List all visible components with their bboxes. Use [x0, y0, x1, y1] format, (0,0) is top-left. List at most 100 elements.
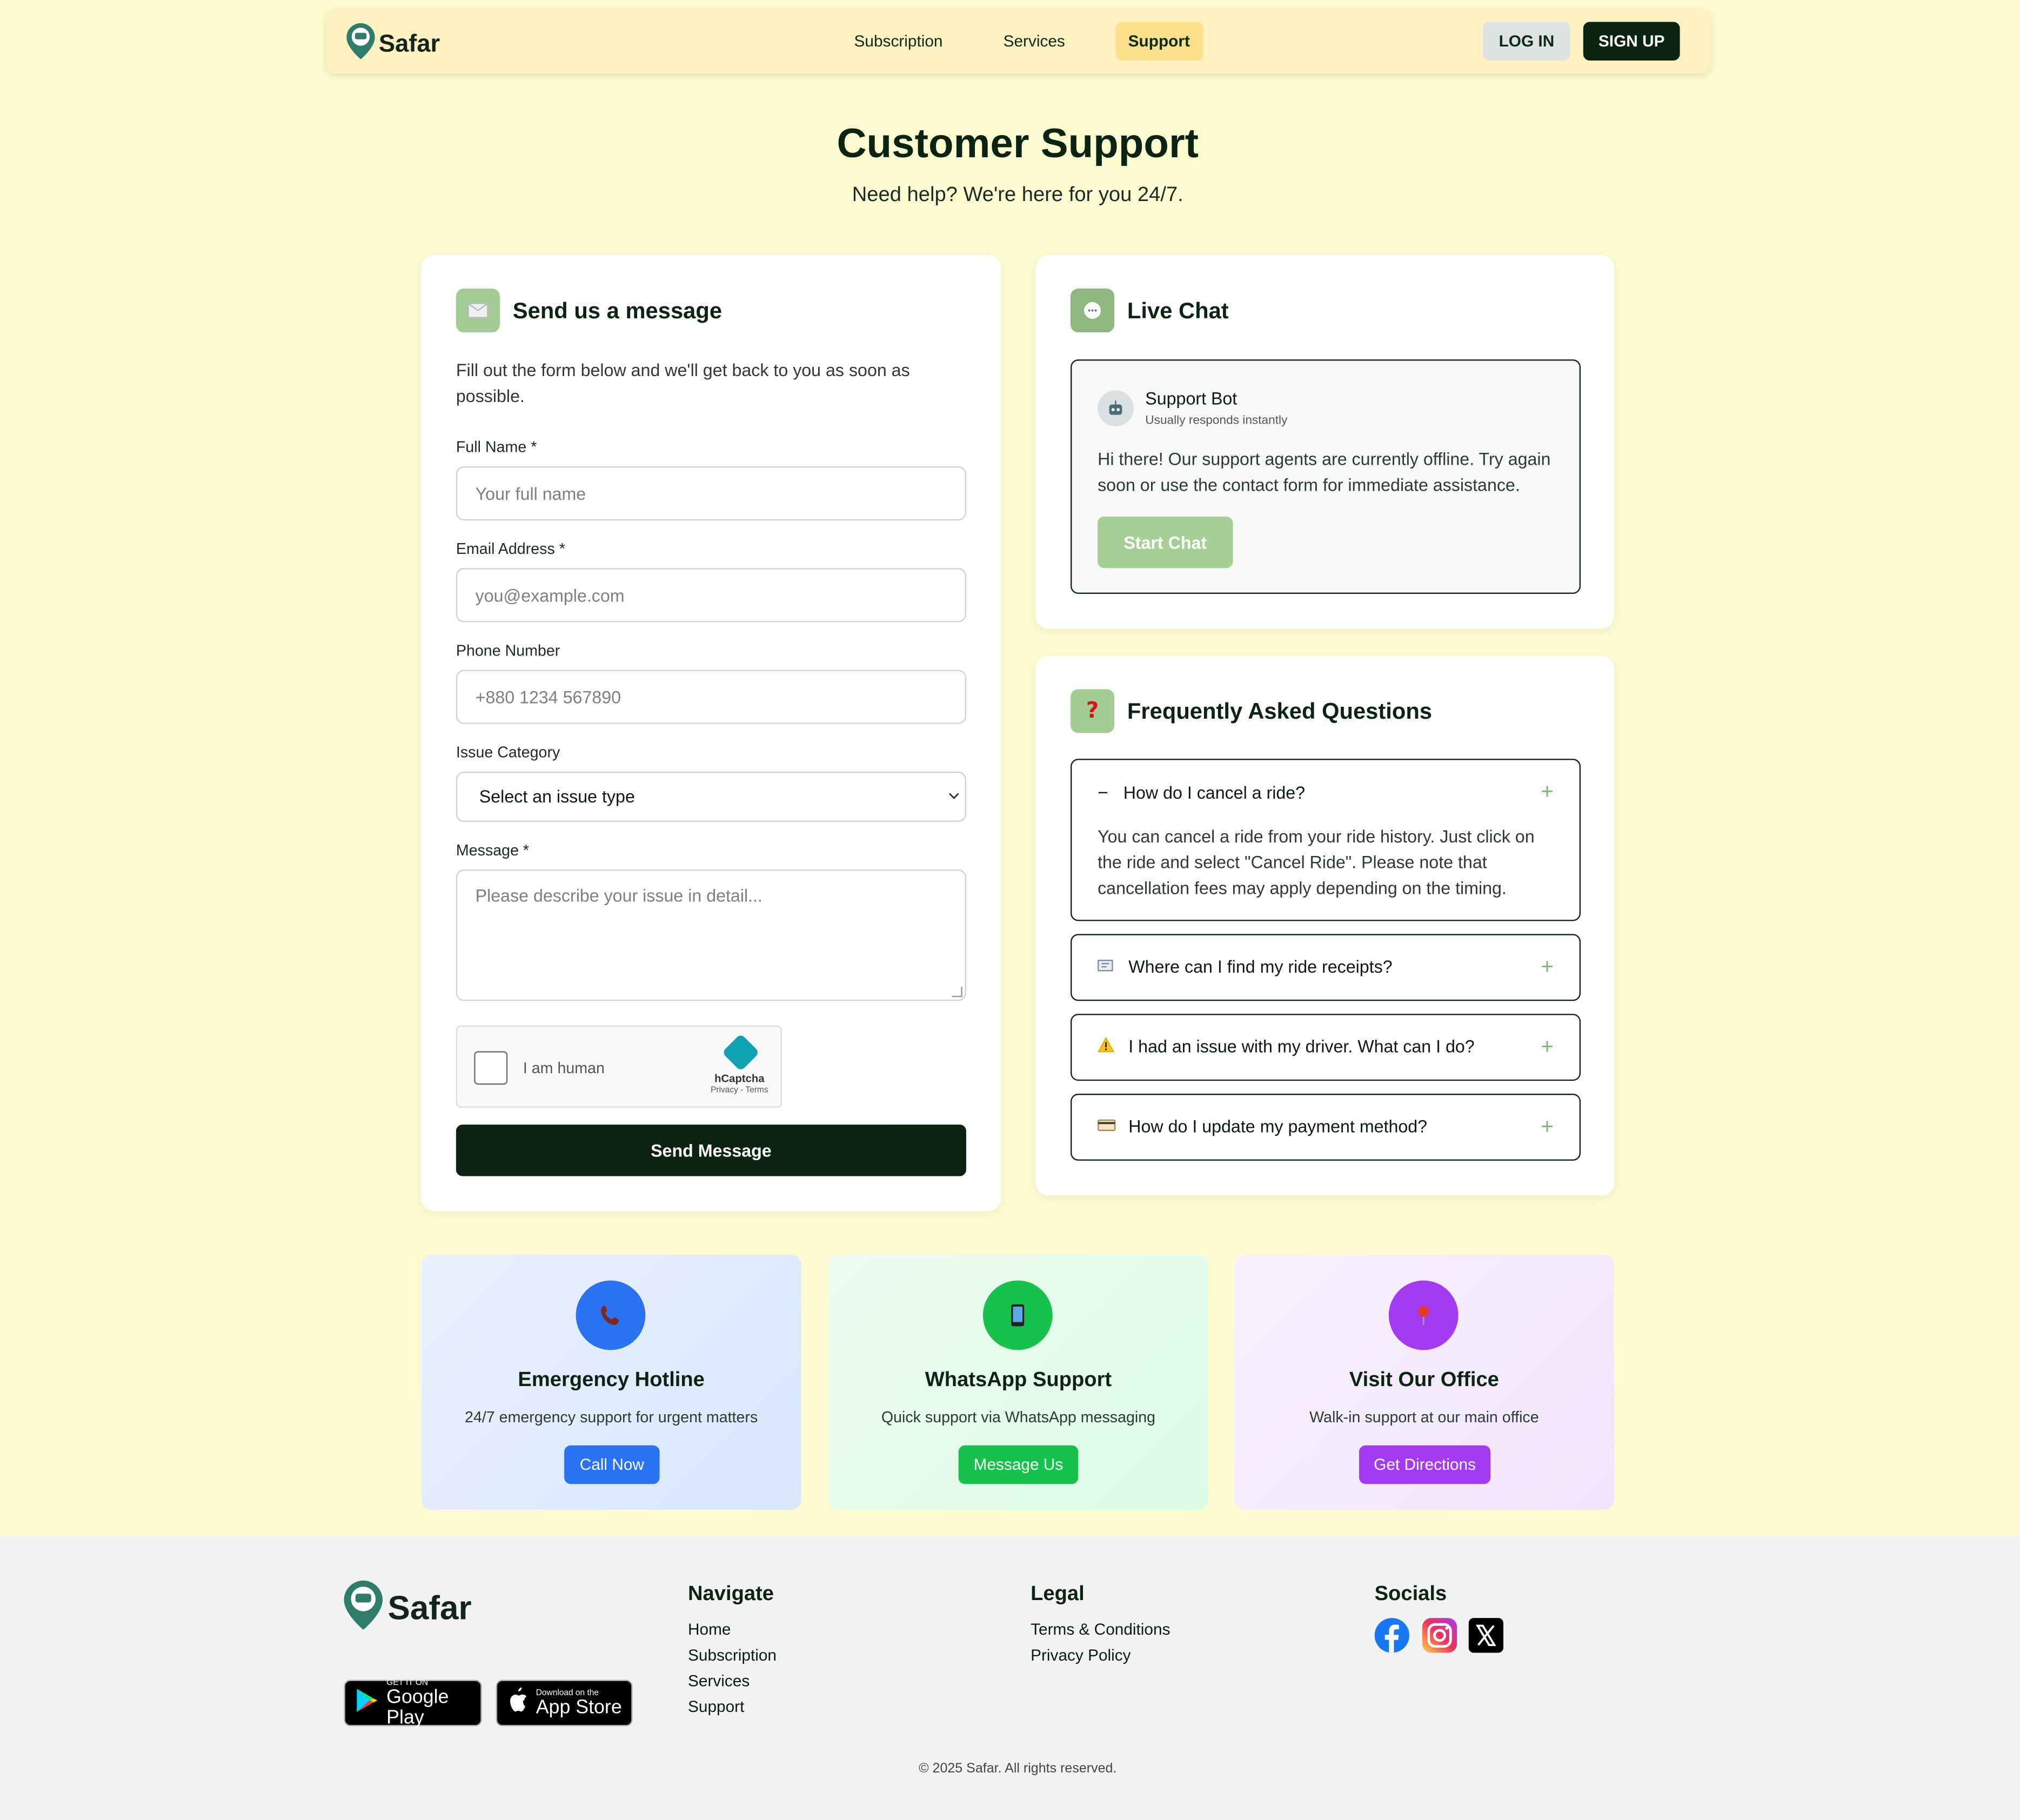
login-button[interactable]: LOG IN: [1482, 22, 1570, 61]
nav-link-services[interactable]: Services: [991, 22, 1078, 61]
google-play-small-text: GET IT ON: [386, 1678, 429, 1687]
message-us-button[interactable]: Message Us: [958, 1445, 1079, 1484]
footer-link-home[interactable]: Home: [688, 1621, 731, 1638]
google-play-icon: [356, 1687, 379, 1719]
plus-icon[interactable]: +: [1541, 1114, 1554, 1140]
plus-icon[interactable]: +: [1541, 954, 1554, 980]
email-input[interactable]: you@example.com: [456, 568, 966, 623]
contact-card-description: 24/7 emergency support for urgent matter…: [465, 1408, 758, 1426]
hcaptcha-logo-icon: [721, 1033, 760, 1072]
instagram-icon[interactable]: [1422, 1618, 1457, 1653]
captcha-checkbox[interactable]: [474, 1051, 508, 1085]
faq-question[interactable]: How do I update my payment method?: [1098, 1117, 1427, 1136]
faq-card-title: Frequently Asked Questions: [1127, 697, 1433, 724]
footer-navigate-title: Navigate: [688, 1583, 774, 1605]
message-label: Message *: [456, 841, 530, 860]
google-play-badge[interactable]: GET IT ON Google Play: [344, 1678, 482, 1729]
faq-question[interactable]: Where can I find my ride receipts?: [1098, 957, 1393, 976]
full-name-label: Full Name *: [456, 438, 537, 456]
form-card-title: Send us a message: [512, 297, 723, 323]
faq-item-payment[interactable]: How do I update my payment method? +: [1071, 1093, 1581, 1161]
chevron-down-icon: [948, 789, 960, 804]
captcha-label: I am human: [523, 1059, 605, 1077]
contact-card-description: Walk-in support at our main office: [1309, 1408, 1539, 1426]
phone-input[interactable]: +880 1234 567890: [456, 670, 966, 724]
nav-links: Subscription Services Support: [841, 22, 1238, 61]
envelope-icon: [456, 288, 500, 333]
footer-link-support[interactable]: Support: [688, 1698, 744, 1716]
faq-item-cancel-ride[interactable]: − How do I cancel a ride? + You can canc…: [1071, 759, 1581, 921]
map-pin-logo-icon: [344, 1580, 383, 1637]
footer-link-privacy[interactable]: Privacy Policy: [1031, 1647, 1131, 1664]
page-title: Customer Support: [837, 119, 1199, 166]
call-now-button[interactable]: Call Now: [564, 1445, 660, 1484]
footer-link-subscription[interactable]: Subscription: [688, 1647, 777, 1664]
issue-category-value: Select an issue type: [479, 787, 635, 807]
hcaptcha-widget: I am human hCaptcha Privacy - Terms: [456, 1025, 782, 1108]
apple-icon: [507, 1687, 528, 1718]
minus-icon: −: [1098, 782, 1108, 803]
faq-question[interactable]: I had an issue with my driver. What can …: [1098, 1036, 1475, 1056]
signup-button[interactable]: SIGN UP: [1583, 22, 1680, 61]
nav-link-subscription[interactable]: Subscription: [841, 22, 956, 61]
whatsapp-support-card: WhatsApp Support Quick support via Whats…: [828, 1254, 1209, 1510]
captcha-brand: hCaptcha: [714, 1072, 765, 1085]
form-card-header: Send us a message: [456, 288, 723, 333]
form-description: Fill out the form below and we'll get ba…: [456, 360, 910, 406]
full-name-input[interactable]: Your full name: [456, 466, 966, 521]
page-subtitle: Need help? We're here for you 24/7.: [852, 184, 1183, 206]
footer-link-terms[interactable]: Terms & Conditions: [1031, 1621, 1170, 1638]
app-store-small-text: Download on the: [536, 1688, 599, 1697]
send-message-button[interactable]: Send Message: [456, 1125, 966, 1176]
brand-logo[interactable]: Safar: [346, 23, 440, 66]
map-pin-icon: [1388, 1280, 1459, 1350]
contact-card-title: Emergency Hotline: [518, 1369, 705, 1391]
contact-card-title: WhatsApp Support: [925, 1369, 1112, 1391]
nav-link-support[interactable]: Support: [1115, 22, 1203, 61]
issue-category-select[interactable]: Select an issue type: [456, 771, 966, 822]
footer-socials-title: Socials: [1374, 1583, 1447, 1605]
plus-icon[interactable]: +: [1541, 1034, 1554, 1060]
live-chat-card: Live Chat Support Bot Usually responds i…: [1035, 255, 1615, 629]
question-mark-icon: ?: [1071, 689, 1115, 733]
contact-card-description: Quick support via WhatsApp messaging: [881, 1408, 1156, 1426]
faq-card-header: ? Frequently Asked Questions: [1071, 689, 1432, 733]
app-store-badge[interactable]: Download on the App Store: [496, 1680, 633, 1727]
app-store-big-text: App Store: [536, 1696, 622, 1718]
captcha-links[interactable]: Privacy - Terms: [697, 1086, 782, 1095]
warning-icon: [1098, 1036, 1121, 1056]
get-directions-button[interactable]: Get Directions: [1359, 1445, 1491, 1484]
bot-status: Usually responds instantly: [1145, 413, 1288, 428]
contact-card-title: Visit Our Office: [1349, 1369, 1499, 1391]
email-placeholder: you@example.com: [475, 585, 625, 605]
chat-card-title: Live Chat: [1127, 297, 1229, 323]
issue-category-label: Issue Category: [456, 743, 560, 761]
plus-icon[interactable]: +: [1541, 779, 1554, 805]
x-twitter-icon[interactable]: [1468, 1618, 1504, 1653]
chat-window: Support Bot Usually responds instantly H…: [1071, 359, 1581, 594]
full-name-placeholder: Your full name: [475, 484, 586, 503]
faq-item-driver-issue[interactable]: I had an issue with my driver. What can …: [1071, 1014, 1581, 1081]
top-navbar: Safar Subscription Services Support LOG …: [326, 9, 1711, 73]
faq-item-receipts[interactable]: Where can I find my ride receipts? +: [1071, 934, 1581, 1001]
email-label: Email Address *: [456, 539, 565, 558]
message-textarea[interactable]: Please describe your issue in detail...: [456, 869, 966, 1001]
receipt-icon: [1098, 959, 1121, 975]
footer-link-services[interactable]: Services: [688, 1672, 750, 1690]
visit-office-card: Visit Our Office Walk-in support at our …: [1234, 1254, 1615, 1510]
google-play-big-text: Google Play: [386, 1685, 449, 1729]
resize-handle-icon[interactable]: [952, 987, 962, 998]
start-chat-button[interactable]: Start Chat: [1098, 516, 1233, 568]
emergency-hotline-card: Emergency Hotline 24/7 emergency support…: [421, 1254, 801, 1510]
footer: Safar GET IT ON Google Play Download on …: [0, 1535, 2020, 1820]
faq-question[interactable]: − How do I cancel a ride?: [1098, 782, 1305, 802]
faq-question-text: How do I update my payment method?: [1128, 1116, 1428, 1136]
facebook-icon[interactable]: [1374, 1618, 1409, 1653]
mobile-phone-icon: [982, 1280, 1053, 1350]
message-placeholder: Please describe your issue in detail...: [475, 886, 762, 906]
footer-brand-logo[interactable]: Safar: [344, 1580, 472, 1637]
bot-name: Support Bot: [1145, 389, 1238, 409]
robot-avatar-icon: [1098, 390, 1134, 427]
faq-answer: You can cancel a ride from your ride his…: [1098, 827, 1535, 898]
copyright-text: © 2025 Safar. All rights reserved.: [919, 1761, 1117, 1777]
